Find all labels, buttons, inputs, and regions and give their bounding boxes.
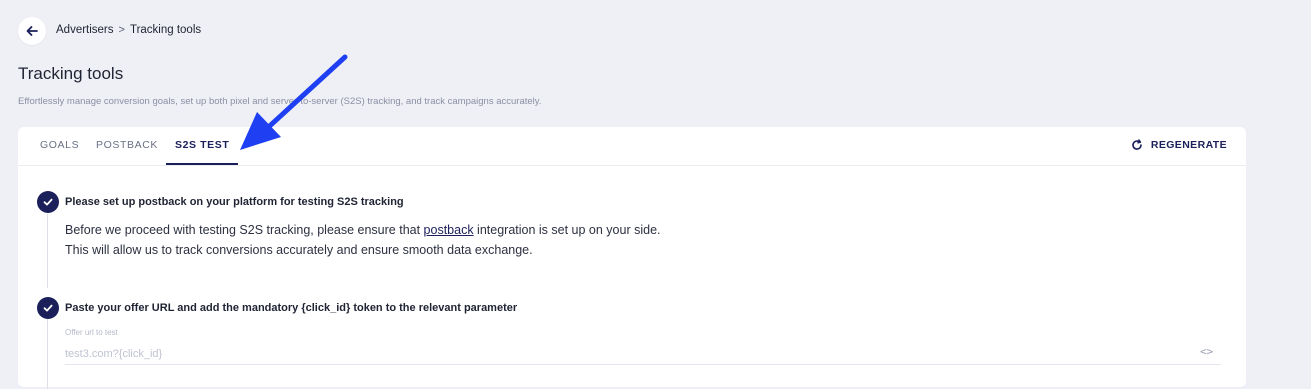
step-1-title: Please set up postback on your platform … — [65, 196, 404, 208]
step-connector-line — [47, 319, 48, 389]
postback-link[interactable]: postback — [424, 223, 474, 237]
step-2-check — [37, 297, 59, 319]
breadcrumb-separator: > — [118, 24, 125, 36]
code-icon[interactable]: <> — [1200, 345, 1213, 358]
step-connector-line — [47, 214, 48, 288]
breadcrumb: Advertisers > Tracking tools — [56, 24, 201, 36]
step-1-text-after-link: integration is set up on your side. — [473, 223, 661, 237]
active-tab-indicator — [166, 163, 238, 165]
regenerate-button[interactable]: REGENERATE — [1131, 139, 1227, 151]
tab-bar: GOALS POSTBACK S2S TEST REGENERATE — [18, 127, 1246, 166]
step-1-body: Before we proceed with testing S2S track… — [65, 220, 661, 260]
regenerate-label: REGENERATE — [1150, 139, 1227, 151]
page-title: Tracking tools — [18, 64, 124, 83]
check-icon — [43, 304, 53, 312]
arrow-left-icon — [26, 26, 38, 36]
tracking-tools-card: GOALS POSTBACK S2S TEST REGENERATE Pleas… — [18, 127, 1246, 389]
offer-url-label: Offer url to test — [65, 328, 118, 337]
step-1-text-before-link: Before we proceed with testing S2S track… — [65, 223, 424, 237]
step-1-check — [37, 191, 59, 213]
page-subtitle: Effortlessly manage conversion goals, se… — [18, 96, 542, 107]
back-button[interactable] — [18, 17, 46, 45]
step-1-body-line-2: This will allow us to track conversions … — [65, 243, 533, 257]
step-2-title: Paste your offer URL and add the mandato… — [65, 302, 518, 314]
step-1-body-line-1: Before we proceed with testing S2S track… — [65, 220, 661, 240]
refresh-icon — [1132, 139, 1142, 150]
breadcrumb-current: Tracking tools — [129, 24, 202, 36]
tab-goals[interactable]: GOALS — [40, 139, 79, 151]
check-icon — [43, 198, 53, 206]
offer-url-input[interactable] — [65, 344, 1221, 365]
tab-postback[interactable]: POSTBACK — [96, 139, 158, 151]
breadcrumb-advertisers-link[interactable]: Advertisers — [56, 24, 114, 36]
tab-s2s-test[interactable]: S2S TEST — [175, 139, 229, 151]
